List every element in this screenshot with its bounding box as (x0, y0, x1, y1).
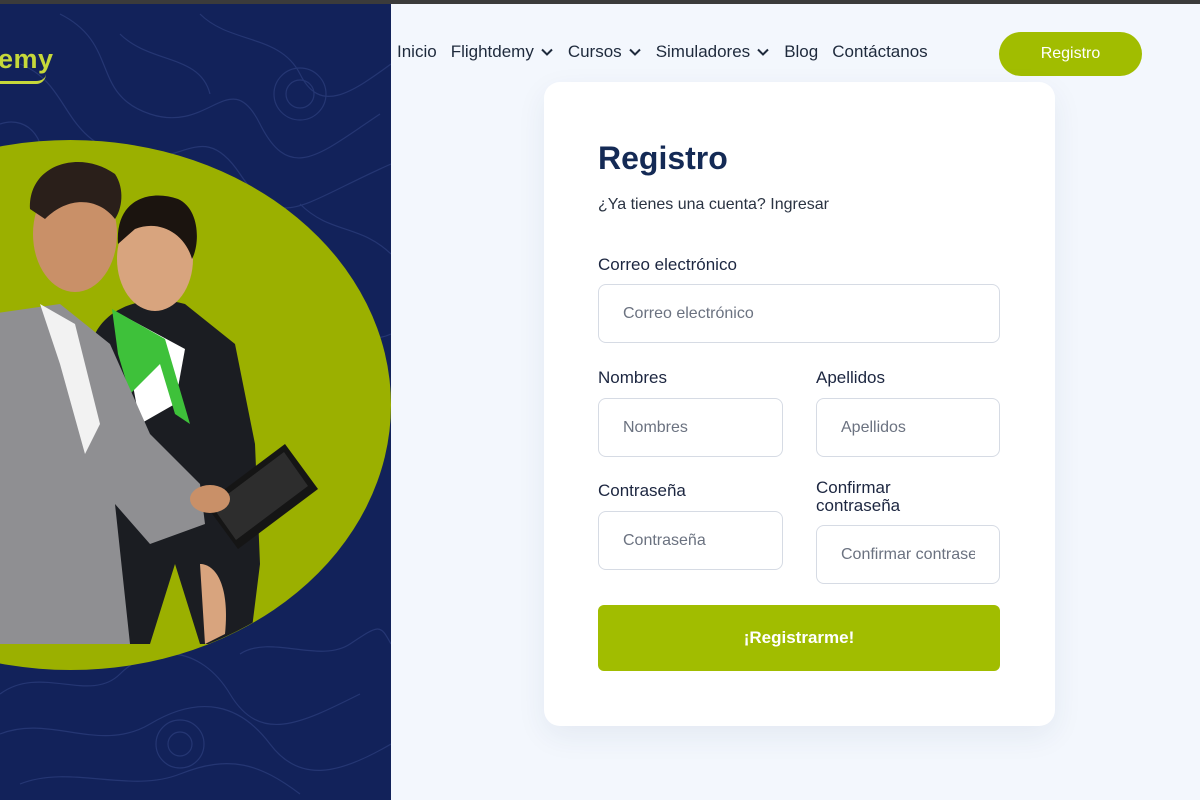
confirm-password-label-line1: Confirmar (816, 478, 891, 497)
nav-item-cursos[interactable]: Cursos (568, 42, 642, 62)
nav-item-blog[interactable]: Blog (784, 42, 818, 62)
nav-register-button[interactable]: Registro (999, 32, 1142, 76)
password-label: Contraseña (598, 481, 686, 500)
nav-item-label: Simuladores (655, 42, 751, 61)
nav-item-flightdemy[interactable]: Flightdemy (451, 42, 554, 62)
confirm-password-label: Confirmar contraseña (816, 479, 900, 515)
password-field[interactable] (598, 511, 783, 570)
confirm-password-label-line2: contraseña (816, 496, 901, 515)
confirm-password-field[interactable] (816, 525, 1000, 584)
email-label: Correo electrónico (598, 255, 737, 274)
hero-panel: emy (0, 4, 391, 800)
last-name-field[interactable] (816, 398, 1000, 457)
nav-item-simuladores[interactable]: Simuladores (656, 42, 771, 62)
chevron-down-icon (541, 48, 553, 56)
nav-item-label: Contáctanos (832, 42, 928, 61)
nav-item-label: Inicio (397, 42, 437, 61)
nav-item-inicio[interactable]: Inicio (397, 42, 437, 62)
nav-item-label: Flightdemy (450, 42, 534, 61)
nav-item-label: Blog (784, 42, 819, 61)
hero-people-image (0, 161, 318, 644)
chevron-down-icon (628, 48, 641, 56)
nav-item-contactanos[interactable]: Contáctanos (832, 42, 927, 62)
first-name-field[interactable] (598, 398, 783, 457)
login-prompt-text: ¿Ya tienes una cuenta? (598, 196, 766, 213)
form-title: Registro (598, 140, 728, 176)
login-prompt: ¿Ya tienes una cuenta? Ingresar (598, 196, 829, 214)
last-name-label: Apellidos (816, 368, 885, 387)
register-submit-button[interactable]: ¡Registrarme! (598, 605, 1000, 671)
chevron-down-icon (757, 48, 769, 56)
registration-card: Registro ¿Ya tienes una cuenta? Ingresar… (544, 82, 1055, 726)
email-field[interactable] (598, 284, 1000, 343)
main-nav: Inicio Flightdemy Cursos Simuladores Blo… (397, 42, 928, 62)
first-name-label: Nombres (598, 368, 667, 387)
login-link[interactable]: Ingresar (770, 196, 829, 213)
nav-item-label: Cursos (567, 42, 622, 61)
